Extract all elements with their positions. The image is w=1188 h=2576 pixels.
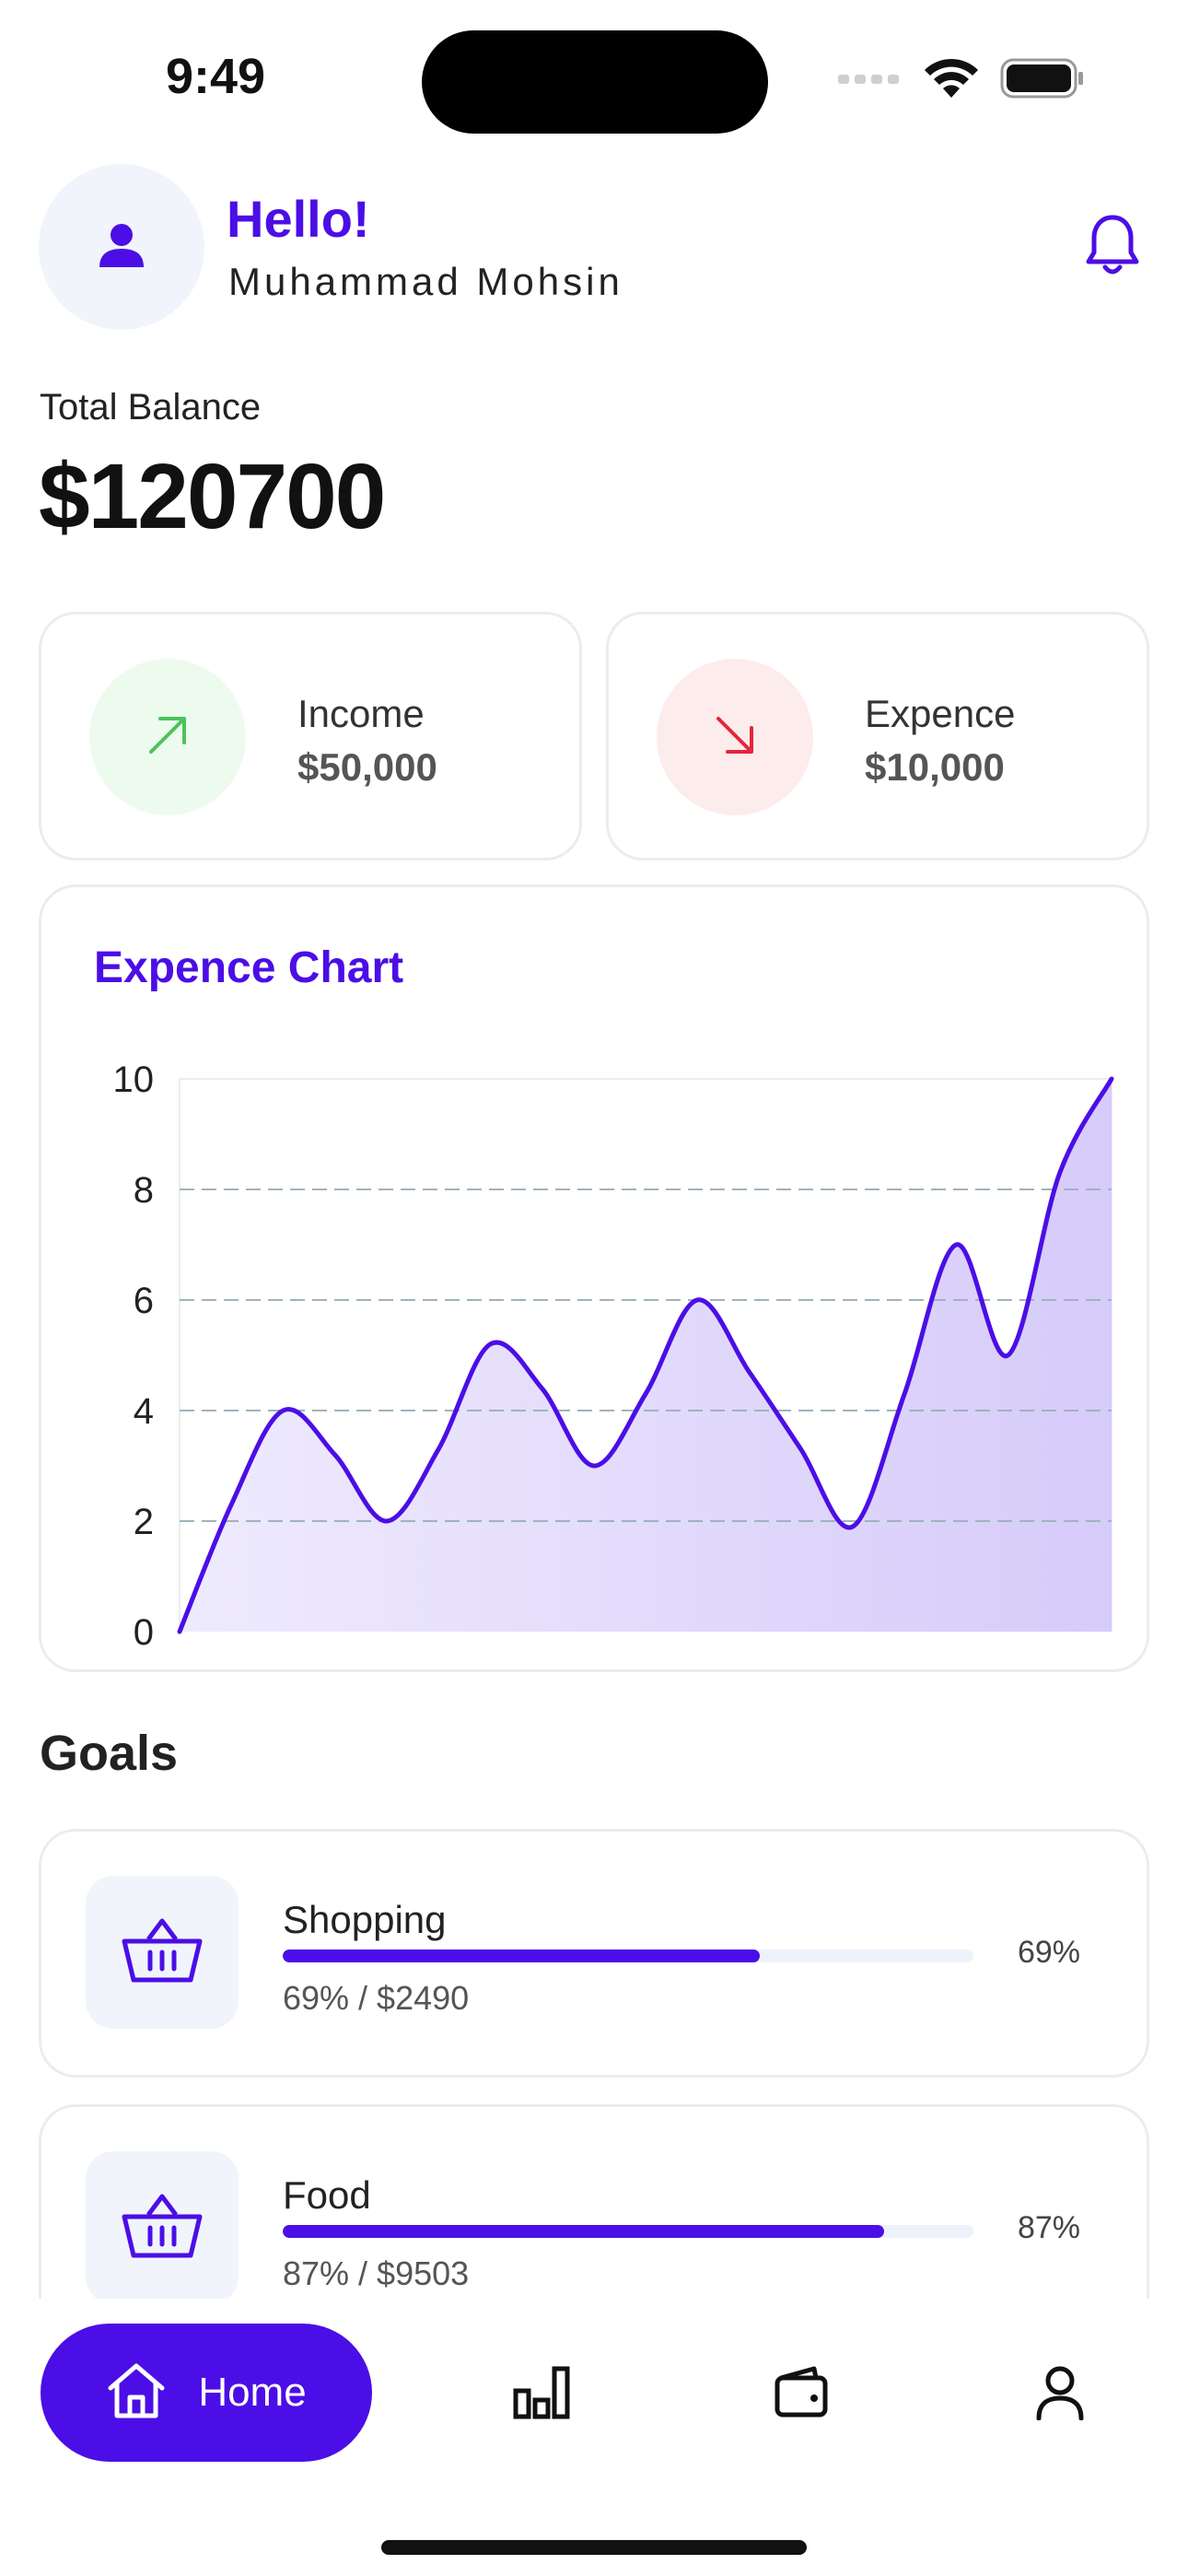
dynamic-island — [422, 30, 768, 134]
arrow-down-right-icon — [713, 713, 757, 762]
goals-title: Goals — [40, 1726, 179, 1781]
expense-area-chart: 0 2 4 6 8 10 — [113, 1060, 1114, 1653]
goal-icon-box — [86, 2151, 239, 2304]
expense-value: $10,000 — [865, 745, 1005, 789]
total-balance-label: Total Balance — [40, 387, 262, 427]
nav-profile-icon[interactable] — [1035, 2365, 1085, 2425]
home-indicator — [381, 2540, 807, 2555]
nav-home-button[interactable]: Home — [41, 2324, 372, 2462]
status-icons — [838, 57, 1085, 104]
basket-icon — [121, 2189, 204, 2267]
goal-progress-fill — [283, 1950, 760, 1962]
expense-label: Expence — [865, 692, 1016, 735]
total-balance-value: $120700 — [39, 445, 386, 548]
status-time: 9:49 — [166, 49, 266, 104]
notification-bell-icon[interactable] — [1085, 212, 1140, 283]
bottom-navigation: Home — [0, 2299, 1188, 2576]
goal-detail: 87% / $9503 — [283, 2254, 470, 2292]
y-tick-label: 0 — [134, 1612, 154, 1653]
basket-icon — [121, 1914, 204, 1992]
wifi-icon — [923, 57, 980, 104]
home-icon — [106, 2362, 167, 2424]
user-name: Muhammad Mohsin — [228, 260, 623, 303]
battery-icon — [1000, 58, 1085, 103]
user-icon — [98, 221, 146, 274]
income-card[interactable]: Income $50,000 — [39, 612, 582, 861]
expense-area-fill — [180, 1079, 1112, 1632]
goal-percent: 87% — [1017, 2210, 1080, 2245]
goal-name: Shopping — [283, 1898, 447, 1941]
y-tick-label: 2 — [134, 1502, 154, 1542]
y-tick-label: 10 — [113, 1060, 155, 1100]
nav-wallet-icon[interactable] — [774, 2365, 829, 2425]
goal-percent: 69% — [1017, 1935, 1080, 1970]
goal-progress-track — [283, 1950, 973, 1962]
goal-card-shopping[interactable]: Shopping 69% / $2490 69% — [39, 1829, 1149, 2078]
greeting: Hello! — [227, 190, 370, 248]
goal-progress-track — [283, 2225, 973, 2238]
goal-detail: 69% / $2490 — [283, 1979, 470, 2017]
expense-chart-card: Expence Chart 0 2 4 6 8 10 — [39, 884, 1149, 1672]
income-icon-circle — [89, 659, 246, 815]
y-tick-label: 6 — [134, 1281, 154, 1321]
avatar[interactable] — [39, 164, 204, 330]
goal-icon-box — [86, 1876, 239, 2029]
signal-icon — [838, 69, 903, 92]
expense-card[interactable]: Expence $10,000 — [606, 612, 1149, 861]
income-value: $50,000 — [297, 745, 437, 789]
y-tick-label: 4 — [134, 1391, 154, 1432]
goal-name: Food — [283, 2173, 371, 2217]
expense-icon-circle — [657, 659, 813, 815]
income-label: Income — [297, 692, 425, 735]
y-tick-label: 8 — [134, 1170, 154, 1211]
goal-progress-fill — [283, 2225, 884, 2238]
arrow-up-right-icon — [146, 713, 190, 762]
nav-stats-icon[interactable] — [512, 2365, 571, 2425]
nav-home-label: Home — [198, 2370, 307, 2415]
